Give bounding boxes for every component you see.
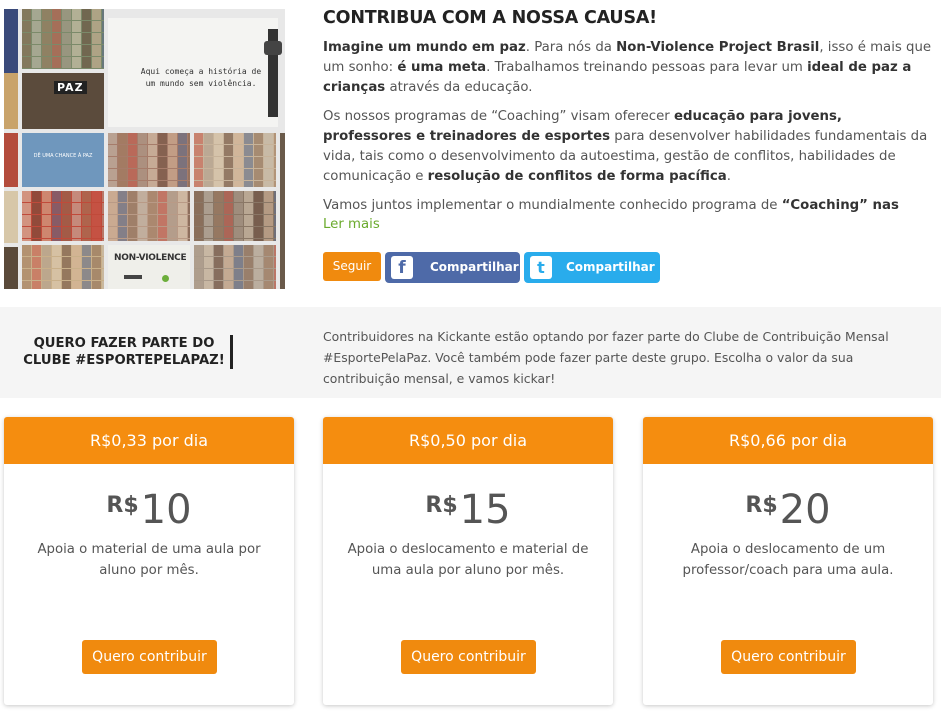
- chance-tile: DÊ UMA CHANCE À PAZ: [22, 133, 104, 187]
- child-photo-tile: PAZ: [22, 73, 104, 129]
- club-description: Contribuidores na Kickante estão optando…: [323, 329, 889, 386]
- collage-photo: [4, 73, 18, 129]
- collage-photo: [194, 133, 276, 187]
- slogan-tile: Aqui começa a história de um mundo sem vi…: [108, 18, 278, 127]
- cause-paragraph-2: Os nossos programas de “Coaching” visam …: [323, 109, 928, 184]
- collage-photo: [4, 9, 18, 73]
- hero-collage-image: Aqui começa a história de um mundo sem vi…: [4, 9, 285, 289]
- chance-text: DÊ UMA CHANCE À PAZ: [33, 153, 93, 159]
- club-title: QUERO FAZER PARTE DO CLUBE #ESPORTEPELAP…: [23, 336, 225, 368]
- cause-title: CONTRIBUA COM A NOSSA CAUSA!: [323, 8, 657, 28]
- paz-tag: PAZ: [54, 81, 87, 94]
- contribute-button[interactable]: Quero contribuir: [82, 640, 217, 674]
- facebook-share-button[interactable]: f Compartilhar: [385, 252, 520, 283]
- plan-card: R$0,33 por dia R$10 Apoia o material de …: [4, 417, 294, 705]
- non-violence-logo-tile: NON-VIOLENCE: [108, 245, 190, 289]
- plan-price: R$20: [643, 487, 933, 533]
- club-banner: QUERO FAZER PARTE DO CLUBE #ESPORTEPELAP…: [0, 307, 941, 398]
- contribute-button[interactable]: Quero contribuir: [721, 640, 856, 674]
- plan-card: R$0,50 por dia R$15 Apoia o deslocamento…: [323, 417, 613, 705]
- plan-card: R$0,66 por dia R$20 Apoia o deslocamento…: [643, 417, 933, 705]
- twitter-icon: t: [530, 256, 552, 279]
- collage-photo: [22, 245, 104, 289]
- cause-section: Aqui começa a história de um mundo sem vi…: [0, 0, 941, 300]
- plan-currency: R$: [425, 493, 458, 518]
- plan-description: Apoia o material de uma aula por aluno p…: [37, 542, 261, 578]
- club-divider: [230, 335, 233, 369]
- collage-photo: [4, 191, 18, 243]
- follow-button[interactable]: Seguir: [323, 252, 381, 281]
- plan-price: R$15: [323, 487, 613, 533]
- plan-amount: 15: [459, 487, 511, 533]
- plan-amount: 10: [140, 487, 192, 533]
- plan-amount: 20: [779, 487, 831, 533]
- slogan-text: Aqui começa a história de um mundo sem vi…: [140, 67, 262, 88]
- facebook-share-label: Compartilhar: [430, 260, 519, 274]
- plan-description: Apoia o deslocamento e material de uma a…: [347, 542, 589, 578]
- plan-per-day: R$0,66 por dia: [643, 417, 933, 464]
- plan-description: Apoia o deslocamento de um professor/coa…: [682, 542, 894, 578]
- collage-photo: [22, 9, 104, 69]
- knotted-gun-icon: [124, 275, 142, 279]
- collage-photo: [194, 191, 276, 241]
- tower-silhouette: [264, 29, 282, 117]
- twitter-share-button[interactable]: t Compartilhar: [524, 252, 660, 283]
- cause-paragraph-3: Vamos juntos implementar o mundialmente …: [323, 198, 899, 213]
- collage-photo: [194, 245, 276, 289]
- collage-photo: [280, 133, 285, 289]
- plan-price: R$10: [4, 487, 294, 533]
- collage-photo: [4, 133, 18, 187]
- plan-per-day: R$0,33 por dia: [4, 417, 294, 464]
- plan-currency: R$: [745, 493, 778, 518]
- collage-photo: [108, 191, 190, 241]
- cause-content: CONTRIBUA COM A NOSSA CAUSA! Imagine um …: [323, 8, 933, 283]
- contribute-button[interactable]: Quero contribuir: [401, 640, 536, 674]
- collage-photo: [4, 247, 18, 289]
- collage-photo: [108, 133, 190, 187]
- green-dot-icon: [162, 275, 169, 282]
- facebook-icon: f: [391, 256, 413, 279]
- cause-paragraph-1: Imagine um mundo em paz. Para nós da Non…: [323, 40, 932, 95]
- plan-per-day: R$0,50 por dia: [323, 417, 613, 464]
- twitter-share-label: Compartilhar: [566, 260, 655, 274]
- collage-photo: [22, 191, 104, 241]
- non-violence-text: NON-VIOLENCE: [114, 253, 187, 263]
- plan-currency: R$: [106, 493, 139, 518]
- read-more-link[interactable]: Ler mais: [323, 216, 933, 234]
